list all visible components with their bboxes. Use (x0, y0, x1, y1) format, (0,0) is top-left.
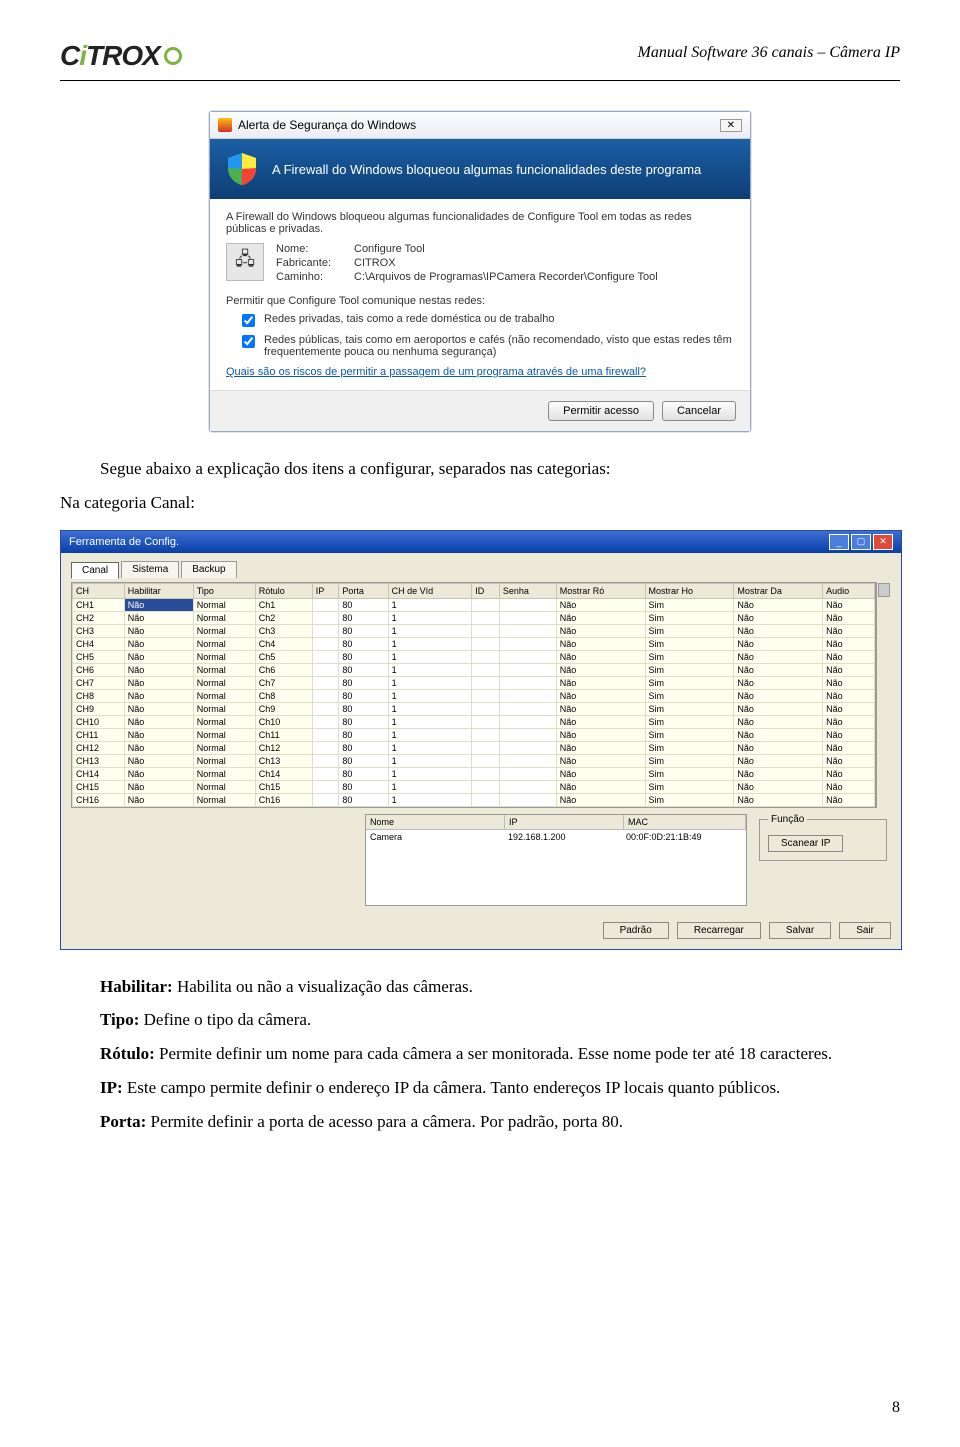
column-header[interactable]: Mostrar Ho (645, 583, 734, 598)
para-porta: Porta: Permite definir a porta de acesso… (60, 1110, 900, 1134)
app-icon: 🖧 (226, 243, 264, 281)
list-item[interactable]: Camera 192.168.1.200 00:0F:0D:21:1B:49 (366, 830, 746, 844)
info-table: Nome:Configure Tool Fabricante:CITROX Ca… (276, 243, 658, 285)
permit-intro: Permitir que Configure Tool comunique ne… (226, 295, 734, 307)
checkbox-public-input[interactable] (242, 335, 255, 348)
category-label: Na categoria Canal: (60, 491, 900, 515)
config-titlebar: Ferramenta de Config. _ ▢ ✕ (61, 531, 901, 553)
column-header[interactable]: IP (312, 583, 339, 598)
cancel-button[interactable]: Cancelar (662, 401, 736, 421)
reload-button[interactable]: Recarregar (677, 922, 761, 939)
column-header[interactable]: Porta (339, 583, 388, 598)
dialog-desc: A Firewall do Windows bloqueou algumas f… (226, 211, 734, 235)
shield-small-icon (218, 118, 232, 132)
column-header[interactable]: CH de Víd (388, 583, 472, 598)
doc-title: Manual Software 36 canais – Câmera IP (638, 40, 901, 62)
table-row[interactable]: CH12NãoNormalCh12801NãoSimNãoNão (73, 741, 875, 754)
risks-link[interactable]: Quais são os riscos de permitir a passag… (226, 366, 734, 378)
table-row[interactable]: CH11NãoNormalCh11801NãoSimNãoNão (73, 728, 875, 741)
config-tabs: Canal Sistema Backup (61, 553, 901, 582)
channel-table[interactable]: CHHabilitarTipoRótuloIPPortaCH de VídIDS… (72, 583, 875, 807)
logo-text: CiTROX (60, 40, 160, 72)
column-header[interactable]: Audio (823, 583, 875, 598)
function-group: Função Scanear IP (759, 814, 887, 861)
config-tool-window: Ferramenta de Config. _ ▢ ✕ Canal Sistem… (60, 530, 902, 950)
column-header[interactable]: CH (73, 583, 125, 598)
para-tipo: Tipo: Define o tipo da câmera. (60, 1008, 900, 1032)
logo-dot-icon (164, 47, 182, 65)
maximize-icon[interactable]: ▢ (851, 534, 871, 550)
table-row[interactable]: CH14NãoNormalCh14801NãoSimNãoNão (73, 767, 875, 780)
shield-icon (224, 151, 260, 187)
para-habilitar: Habilitar: Habilita ou não a visualizaçã… (60, 975, 900, 999)
default-button[interactable]: Padrão (603, 922, 669, 939)
table-row[interactable]: CH15NãoNormalCh15801NãoSimNãoNão (73, 780, 875, 793)
scan-ip-button[interactable]: Scanear IP (768, 835, 843, 852)
tab-backup[interactable]: Backup (181, 561, 236, 578)
table-row[interactable]: CH3NãoNormalCh3801NãoSimNãoNão (73, 624, 875, 637)
column-header[interactable]: Mostrar Ró (556, 583, 645, 598)
minimize-icon[interactable]: _ (829, 534, 849, 550)
config-title-text: Ferramenta de Config. (69, 536, 179, 548)
para-ip: IP: Este campo permite definir o endereç… (60, 1076, 900, 1100)
page-number: 8 (892, 1399, 900, 1417)
table-row[interactable]: CH4NãoNormalCh4801NãoSimNãoNão (73, 637, 875, 650)
camera-list[interactable]: Nome IP MAC Camera 192.168.1.200 00:0F:0… (365, 814, 747, 906)
dialog-body: A Firewall do Windows bloqueou algumas f… (210, 199, 750, 390)
dialog-banner: A Firewall do Windows bloqueou algumas f… (210, 139, 750, 199)
para-rotulo: Rótulo: Permite definir um nome para cad… (60, 1042, 900, 1066)
checkbox-private-input[interactable] (242, 314, 255, 327)
page-header: CiTROX Manual Software 36 canais – Câmer… (60, 40, 900, 81)
close-icon[interactable]: ✕ (720, 119, 742, 132)
checkbox-public[interactable]: Redes públicas, tais como em aeroportos … (238, 334, 734, 358)
dialog-buttons: Permitir acesso Cancelar (210, 390, 750, 431)
table-row[interactable]: CH2NãoNormalCh2801NãoSimNãoNão (73, 611, 875, 624)
intro-text: Segue abaixo a explicação dos itens a co… (60, 457, 900, 481)
banner-text: A Firewall do Windows bloqueou algumas f… (272, 162, 701, 177)
column-header[interactable]: ID (472, 583, 500, 598)
allow-button[interactable]: Permitir acesso (548, 401, 654, 421)
table-row[interactable]: CH7NãoNormalCh7801NãoSimNãoNão (73, 676, 875, 689)
table-row[interactable]: CH9NãoNormalCh9801NãoSimNãoNão (73, 702, 875, 715)
column-header[interactable]: Habilitar (124, 583, 193, 598)
table-row[interactable]: CH13NãoNormalCh13801NãoSimNãoNão (73, 754, 875, 767)
scroll-up-icon[interactable] (878, 583, 890, 597)
column-header[interactable]: Rótulo (255, 583, 312, 598)
checkbox-private[interactable]: Redes privadas, tais como a rede domésti… (238, 313, 734, 330)
tab-canal[interactable]: Canal (71, 562, 119, 579)
table-row[interactable]: CH8NãoNormalCh8801NãoSimNãoNão (73, 689, 875, 702)
table-row[interactable]: CH6NãoNormalCh6801NãoSimNãoNão (73, 663, 875, 676)
dialog-title-text: Alerta de Segurança do Windows (238, 118, 416, 132)
table-row[interactable]: CH10NãoNormalCh10801NãoSimNãoNão (73, 715, 875, 728)
tab-sistema[interactable]: Sistema (121, 561, 179, 578)
firewall-dialog: Alerta de Segurança do Windows ✕ A Firew… (209, 111, 751, 432)
column-header[interactable]: Senha (499, 583, 556, 598)
column-header[interactable]: Tipo (193, 583, 255, 598)
dialog-titlebar: Alerta de Segurança do Windows ✕ (210, 112, 750, 139)
logo: CiTROX (60, 40, 182, 72)
column-header[interactable]: Mostrar Da (734, 583, 823, 598)
scrollbar[interactable] (876, 582, 891, 808)
exit-button[interactable]: Sair (839, 922, 891, 939)
table-row[interactable]: CH1NãoNormalCh1801NãoSimNãoNão (73, 598, 875, 611)
save-button[interactable]: Salvar (769, 922, 831, 939)
table-row[interactable]: CH16NãoNormalCh16801NãoSimNãoNão (73, 793, 875, 806)
close-window-icon[interactable]: ✕ (873, 534, 893, 550)
table-row[interactable]: CH5NãoNormalCh5801NãoSimNãoNão (73, 650, 875, 663)
